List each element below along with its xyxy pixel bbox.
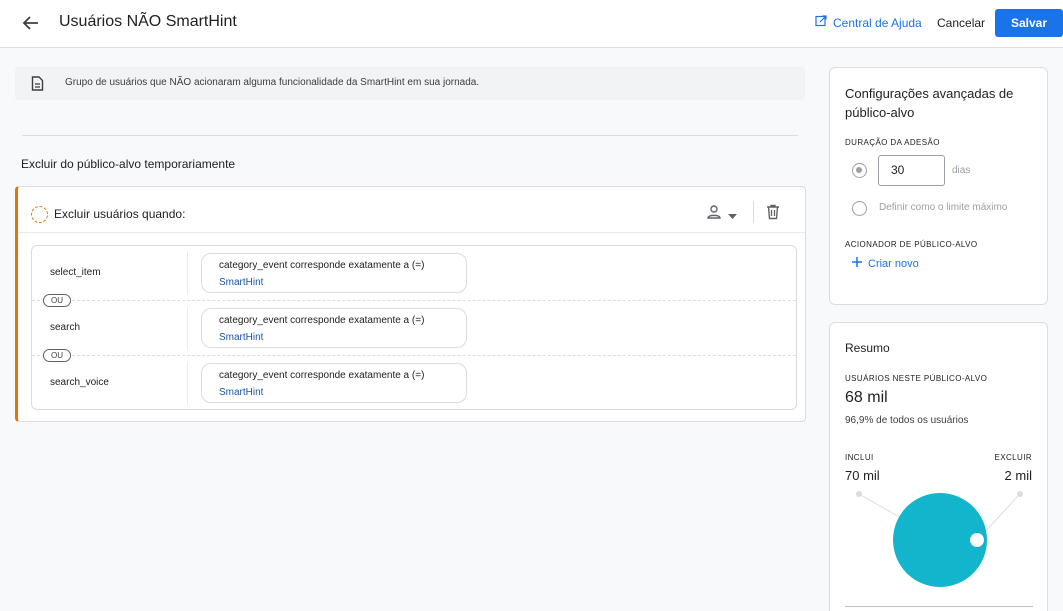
duration-input[interactable]: 30 xyxy=(878,155,945,186)
advanced-settings-card: Configurações avançadas de público-alvo … xyxy=(829,67,1048,305)
parameter-chip[interactable]: category_event corresponde exatamente a … xyxy=(201,308,467,348)
advanced-settings-title: Configurações avançadas de público-alvo xyxy=(845,86,1014,120)
save-button[interactable]: Salvar xyxy=(995,9,1063,37)
help-center-link[interactable]: Central de Ajuda xyxy=(815,15,922,30)
delete-icon[interactable] xyxy=(766,204,780,225)
cancel-button[interactable]: Cancelar xyxy=(930,9,992,37)
create-trigger-button[interactable]: Criar novo xyxy=(852,257,919,270)
summary-title: Resumo xyxy=(845,341,890,355)
user-scope-dropdown[interactable] xyxy=(706,204,737,225)
event-name[interactable]: search xyxy=(50,322,80,333)
audience-description-box: Grupo de usuários que NÃO acionaram algu… xyxy=(15,67,805,100)
create-trigger-label: Criar novo xyxy=(868,257,919,270)
include-label: INCLUI xyxy=(845,453,874,462)
exclude-when-label: Excluir usuários quando: xyxy=(54,207,186,221)
row-divider xyxy=(187,307,188,350)
include-exclude-chart xyxy=(856,491,1023,587)
top-bar: Usuários NÃO SmartHint Central de Ajuda … xyxy=(0,0,1063,48)
parameter-condition: category_event corresponde exatamente a … xyxy=(219,370,425,381)
membership-duration-label: DURAÇÃO DA ADESÃO xyxy=(845,138,940,147)
exclude-circle xyxy=(970,533,984,547)
summary-divider xyxy=(845,606,1033,607)
exclude-leader-dot xyxy=(1017,491,1023,497)
dashed-circle-icon xyxy=(31,206,48,223)
parameter-chip[interactable]: category_event corresponde exatamente a … xyxy=(201,253,467,293)
plus-icon xyxy=(852,257,862,270)
users-in-audience-label: USUÁRIOS NESTE PÚBLICO-ALVO xyxy=(845,374,988,383)
section-divider xyxy=(22,135,798,136)
duration-days-radio[interactable] xyxy=(852,163,867,178)
person-icon xyxy=(706,204,722,225)
parameter-value: SmartHint xyxy=(219,277,264,288)
help-center-label: Central de Ajuda xyxy=(833,15,922,30)
exclude-section-title: Excluir do público-alvo temporariamente xyxy=(21,157,236,171)
summary-card: Resumo USUÁRIOS NESTE PÚBLICO-ALVO 68 mi… xyxy=(829,322,1048,611)
parameter-value: SmartHint xyxy=(219,387,264,398)
max-limit-label: Definir como o limite máximo xyxy=(879,202,1008,213)
event-name[interactable]: select_item xyxy=(50,267,101,278)
include-leader-dot xyxy=(856,491,862,497)
caret-down-icon xyxy=(728,206,737,224)
condition-row: select_item category_event corresponde e… xyxy=(32,246,796,301)
parameter-condition: category_event corresponde exatamente a … xyxy=(219,260,425,271)
parameter-value: SmartHint xyxy=(219,332,264,343)
parameter-chip[interactable]: category_event corresponde exatamente a … xyxy=(201,363,467,403)
include-value: 70 mil xyxy=(845,468,880,483)
document-icon xyxy=(31,76,44,96)
audience-description: Grupo de usuários que NÃO acionaram algu… xyxy=(65,77,480,88)
users-percentage: 96,9% de todos os usuários xyxy=(845,415,969,426)
event-name[interactable]: search_voice xyxy=(50,377,109,388)
users-count: 68 mil xyxy=(845,389,888,406)
duration-unit: dias xyxy=(952,165,971,176)
max-limit-radio[interactable] xyxy=(852,201,867,216)
exclude-value: 2 mil xyxy=(1004,468,1032,483)
audience-trigger-label: ACIONADOR DE PÚBLICO-ALVO xyxy=(845,240,978,249)
back-arrow-icon[interactable] xyxy=(18,12,44,34)
row-divider xyxy=(187,362,188,405)
condition-row: search_voice category_event corresponde … xyxy=(32,356,796,411)
page-title: Usuários NÃO SmartHint xyxy=(59,13,237,30)
exclude-leader-line xyxy=(980,493,1021,537)
conditions-group: select_item category_event corresponde e… xyxy=(31,245,797,410)
row-divider xyxy=(187,252,188,295)
exclude-conditions-card: Excluir usuários quando: select_item cat… xyxy=(15,186,806,422)
header-separator xyxy=(753,201,754,223)
parameter-condition: category_event corresponde exatamente a … xyxy=(219,315,425,326)
condition-row: search category_event corresponde exatam… xyxy=(32,301,796,356)
open-in-new-icon xyxy=(815,15,827,30)
exclude-card-header: Excluir usuários quando: xyxy=(18,187,805,233)
exclude-label: EXCLUIR xyxy=(994,453,1032,462)
